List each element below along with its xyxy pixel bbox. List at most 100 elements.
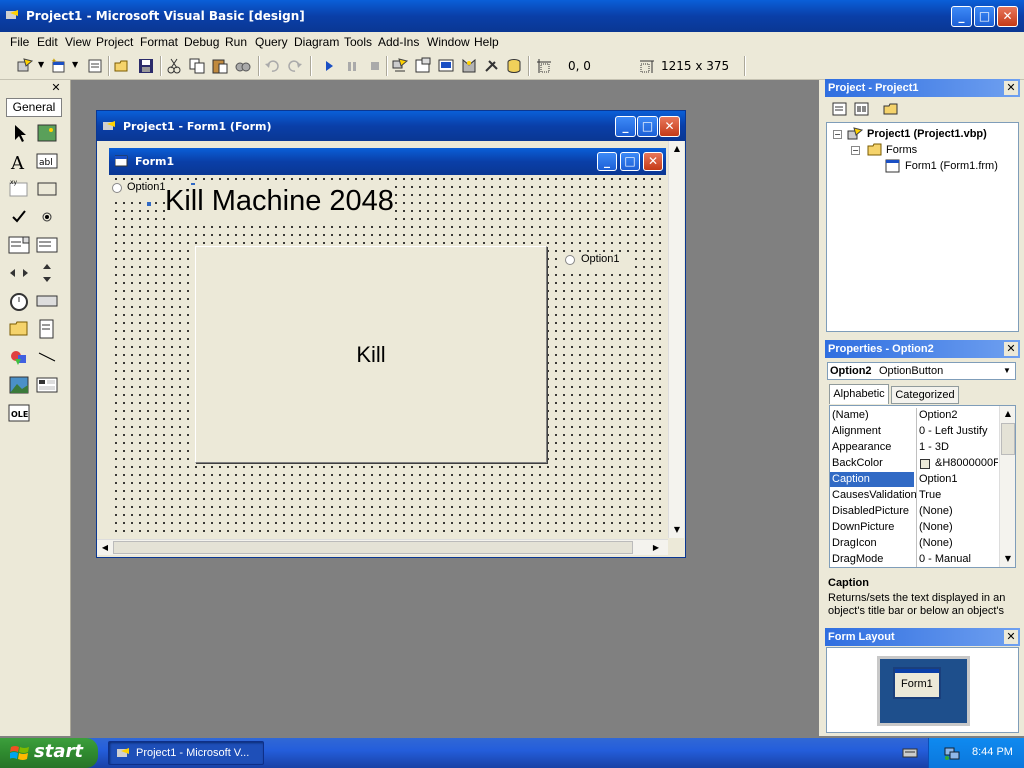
chevron-down-icon[interactable]: ▼ — [1000, 364, 1014, 378]
project-explorer-icon[interactable] — [391, 57, 409, 75]
view-code-icon[interactable] — [831, 100, 849, 118]
properties-scrollbar[interactable]: ▲ ▼ — [999, 406, 1015, 567]
form1-preview[interactable]: Form1 — [893, 667, 941, 699]
scroll-down-icon[interactable]: ▼ — [1001, 552, 1015, 566]
property-row[interactable]: DragMode 0 - Manual — [830, 552, 998, 567]
designer-horizontal-scrollbar[interactable]: ◀ ▶ — [97, 539, 668, 555]
hscrollbar-tool-icon[interactable] — [7, 261, 31, 285]
form1-tree-item[interactable]: Form1 (Form1.frm) — [905, 160, 998, 172]
start-run-icon[interactable] — [320, 57, 338, 75]
tree-collapse-icon[interactable]: − — [833, 130, 842, 139]
form1-maximize-button[interactable]: □ — [620, 152, 640, 171]
paste-icon[interactable] — [211, 57, 229, 75]
menu-debug[interactable]: Debug — [184, 35, 219, 49]
tab-categorized[interactable]: Categorized — [891, 386, 959, 404]
timer-tool-icon[interactable] — [7, 289, 31, 313]
property-row[interactable]: CausesValidation True — [830, 488, 998, 504]
property-row[interactable]: DownPicture (None) — [830, 520, 998, 536]
network-icon[interactable] — [943, 745, 961, 761]
scroll-up-icon[interactable]: ▲ — [1001, 407, 1015, 421]
listbox-tool-icon[interactable] — [35, 233, 59, 257]
menu-window[interactable]: Window — [427, 35, 470, 49]
menu-tools[interactable]: Tools — [344, 35, 372, 49]
commandbutton-tool-icon[interactable] — [35, 177, 59, 201]
form1-minimize-button[interactable]: _ — [597, 152, 617, 171]
optionbutton-tool-icon[interactable] — [35, 205, 59, 229]
property-row[interactable]: DragIcon (None) — [830, 536, 998, 552]
menu-project[interactable]: Project — [96, 35, 133, 49]
menu-editor-icon[interactable] — [86, 57, 104, 75]
copy-icon[interactable] — [188, 57, 206, 75]
start-button[interactable]: start — [0, 738, 98, 768]
form-layout-icon[interactable] — [437, 57, 455, 75]
selection-handle[interactable] — [147, 202, 151, 206]
ole-tool-icon[interactable]: OLE — [7, 401, 31, 425]
frame-tool-icon[interactable]: xy — [7, 177, 31, 201]
properties-panel-close-icon[interactable]: ✕ — [1004, 342, 1018, 356]
object-selector[interactable]: Option2 OptionButton ▼ — [827, 362, 1016, 380]
scroll-thumb[interactable] — [1001, 423, 1015, 455]
picturebox-tool-icon[interactable] — [35, 121, 59, 145]
add-project-icon[interactable] — [16, 57, 34, 75]
dirlistbox-tool-icon[interactable] — [7, 317, 31, 341]
keyboard-icon[interactable] — [902, 747, 918, 759]
scroll-right-icon[interactable]: ▶ — [649, 541, 663, 555]
menu-view[interactable]: View — [65, 35, 91, 49]
designer-maximize-button[interactable]: □ — [637, 116, 658, 137]
checkbox-tool-icon[interactable] — [7, 205, 31, 229]
open-project-icon[interactable] — [113, 57, 131, 75]
scroll-down-icon[interactable]: ▼ — [670, 523, 684, 537]
find-icon[interactable] — [234, 57, 252, 75]
vscrollbar-tool-icon[interactable] — [35, 261, 59, 285]
combobox-tool-icon[interactable] — [7, 233, 31, 257]
image-tool-icon[interactable] — [7, 373, 31, 397]
property-row[interactable]: BackColor &H8000000F — [830, 456, 998, 472]
shape-tool-icon[interactable] — [7, 345, 31, 369]
maximize-button[interactable]: □ — [974, 6, 995, 27]
menu-file[interactable]: File — [10, 35, 29, 49]
form-layout-close-icon[interactable]: ✕ — [1004, 630, 1018, 644]
taskbar-item-vb[interactable]: Project1 - Microsoft V... — [108, 741, 264, 765]
heading-label[interactable]: Kill Machine 2048 — [165, 185, 394, 221]
toolbox-close-icon[interactable]: ✕ — [49, 81, 63, 95]
scroll-thumb[interactable] — [113, 541, 633, 554]
menu-query[interactable]: Query — [255, 35, 288, 49]
scroll-left-icon[interactable]: ◀ — [98, 541, 112, 555]
data-tool-icon[interactable] — [35, 373, 59, 397]
project-root-label[interactable]: Project1 (Project1.vbp) — [867, 128, 987, 140]
tree-collapse-icon[interactable]: − — [851, 146, 860, 155]
menu-diagram[interactable]: Diagram — [294, 35, 339, 49]
menu-help[interactable]: Help — [474, 35, 499, 49]
properties-window-icon[interactable] — [414, 57, 432, 75]
object-browser-icon[interactable] — [460, 57, 478, 75]
project-panel-close-icon[interactable]: ✕ — [1004, 81, 1018, 95]
menu-edit[interactable]: Edit — [37, 35, 58, 49]
kill-button[interactable]: Kill — [195, 246, 547, 463]
toolbox-icon[interactable] — [483, 57, 501, 75]
form1[interactable]: Form1 _ □ ✕ Option1 Kill Machine 2048 Ki… — [109, 148, 666, 538]
menu-run[interactable]: Run — [225, 35, 247, 49]
add-project-dropdown-icon[interactable]: ▼ — [38, 60, 44, 69]
minimize-button[interactable]: _ — [951, 6, 972, 27]
form1-close-button[interactable]: ✕ — [643, 152, 663, 171]
add-form-icon[interactable]: ✦ — [50, 57, 68, 75]
view-object-icon[interactable] — [853, 100, 871, 118]
cut-icon[interactable] — [165, 57, 183, 75]
close-button[interactable]: ✕ — [997, 6, 1018, 27]
data-view-icon[interactable] — [506, 57, 524, 75]
filelistbox-tool-icon[interactable] — [35, 317, 59, 341]
pointer-tool-icon[interactable] — [7, 121, 31, 145]
property-row-selected[interactable]: Caption Option1 — [830, 472, 998, 488]
property-row[interactable]: Alignment 0 - Left Justify — [830, 424, 998, 440]
option-button-right[interactable]: Option1 — [563, 252, 633, 268]
add-form-dropdown-icon[interactable]: ▼ — [72, 60, 78, 69]
property-row[interactable]: Appearance 1 - 3D — [830, 440, 998, 456]
toolbox-general-tab[interactable]: General — [6, 98, 62, 117]
textbox-tool-icon[interactable]: abl — [35, 149, 59, 173]
label-tool-icon[interactable]: A — [7, 149, 31, 173]
menu-addins[interactable]: Add-Ins — [378, 35, 419, 49]
property-row[interactable]: DisabledPicture (None) — [830, 504, 998, 520]
forms-folder-label[interactable]: Forms — [886, 144, 917, 156]
scroll-up-icon[interactable]: ▲ — [670, 142, 684, 156]
property-row[interactable]: (Name) Option2 — [830, 408, 998, 424]
